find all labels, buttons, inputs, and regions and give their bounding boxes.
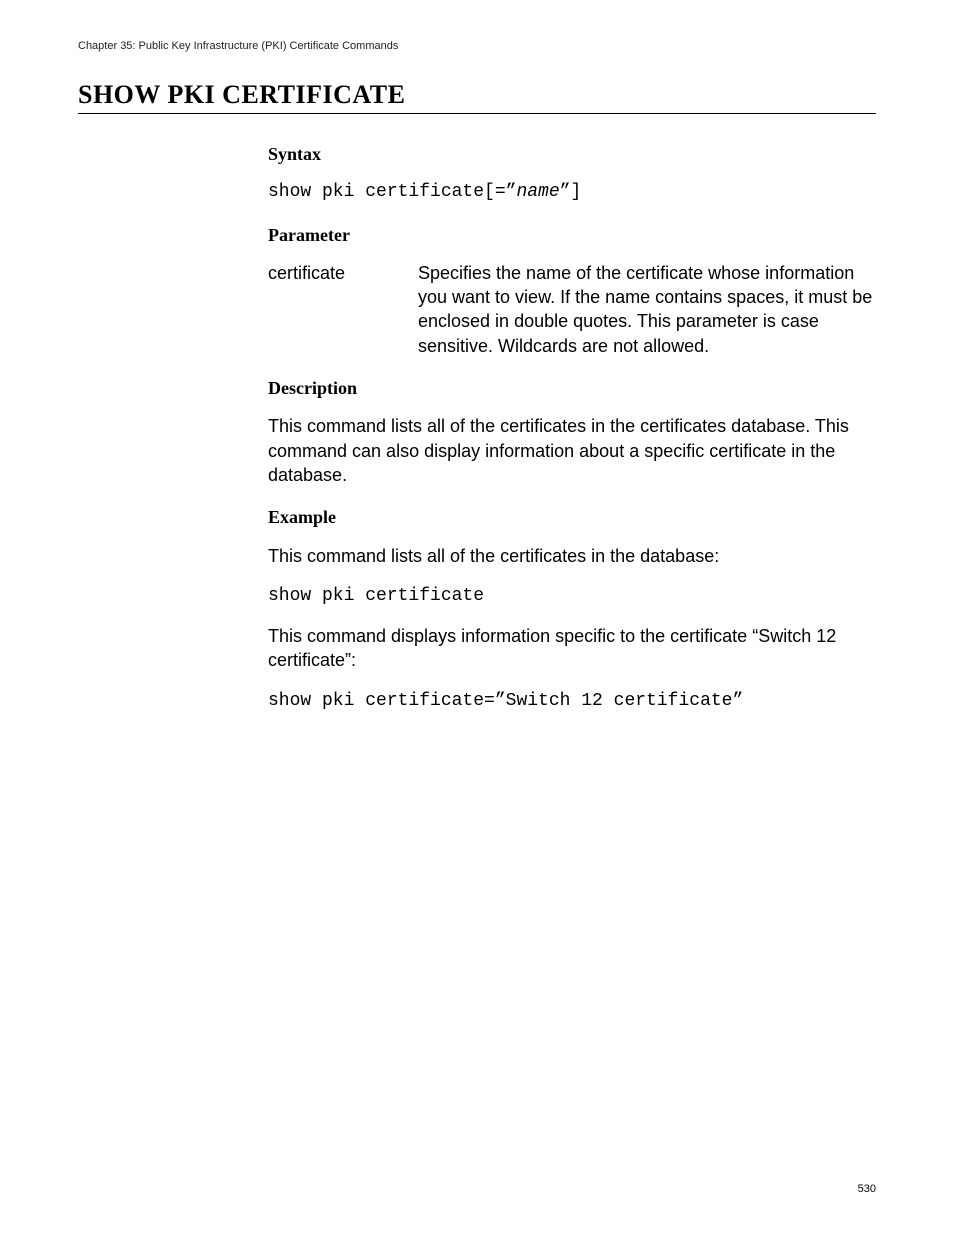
syntax-suffix: ”] — [560, 182, 582, 202]
section-heading-syntax: Syntax — [268, 142, 876, 166]
content-body: Syntax show pki certificate[=”name”] Par… — [268, 142, 876, 713]
description-paragraph: This command lists all of the certificat… — [268, 414, 876, 487]
parameter-name: certificate — [268, 261, 418, 285]
example-para-2: This command displays information specif… — [268, 624, 876, 673]
section-heading-example: Example — [268, 505, 876, 529]
chapter-header: Chapter 35: Public Key Infrastructure (P… — [78, 40, 876, 52]
section-heading-parameter: Parameter — [268, 223, 876, 247]
syntax-name-placeholder: name — [516, 182, 559, 202]
parameter-row: certificate Specifies the name of the ce… — [268, 261, 876, 358]
syntax-prefix: show pki certificate[=” — [268, 182, 516, 202]
section-heading-description: Description — [268, 376, 876, 400]
page-title: SHOW PKI CERTIFICATE — [78, 80, 876, 114]
syntax-command: show pki certificate[=”name”] — [268, 180, 876, 204]
example-code-2: show pki certificate=”Switch 12 certific… — [268, 689, 876, 713]
page-number: 530 — [858, 1183, 876, 1195]
parameter-description: Specifies the name of the certificate wh… — [418, 261, 876, 358]
example-code-1: show pki certificate — [268, 584, 876, 608]
example-para-1: This command lists all of the certificat… — [268, 544, 876, 568]
